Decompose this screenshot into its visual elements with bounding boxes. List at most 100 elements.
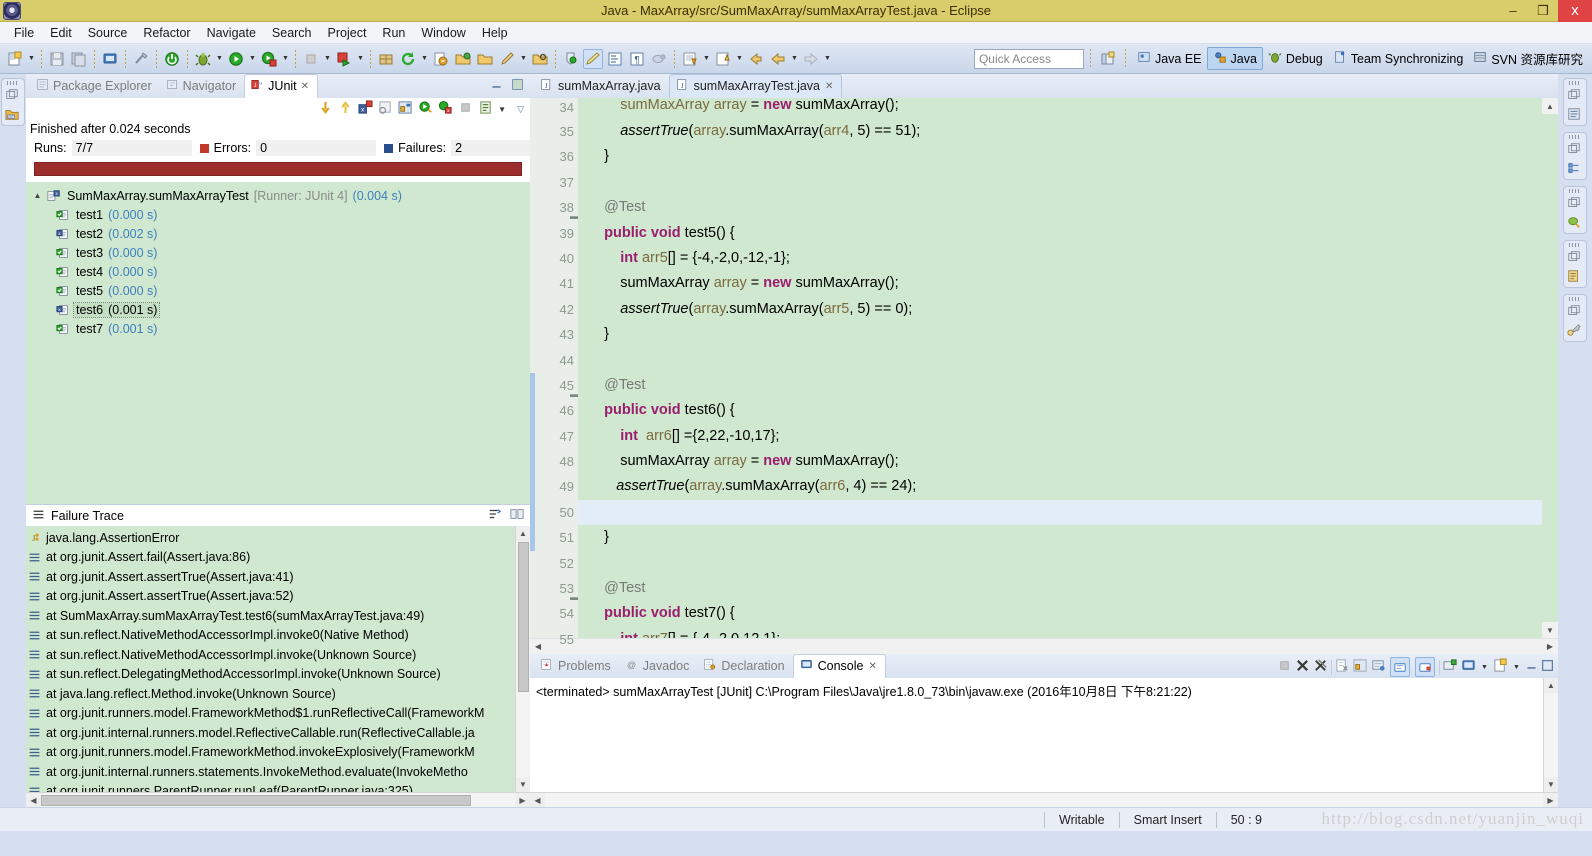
code-line[interactable]	[578, 170, 1542, 195]
drag-handle-icon[interactable]	[1569, 81, 1581, 85]
code-line[interactable]: assertTrue(array.sumMaxArray(arr6, 4) ==…	[578, 474, 1542, 499]
failure-trace-horizontal-scrollbar[interactable]: ◀ ▶	[26, 792, 530, 808]
drag-handle-icon[interactable]	[1569, 189, 1581, 193]
test-tree-root[interactable]: ▲ x SumMaxArray.sumMaxArrayTest [Runner:…	[30, 186, 530, 205]
menu-project[interactable]: Project	[320, 24, 375, 42]
new-package-icon[interactable]	[376, 49, 396, 69]
test-row[interactable]: test7 (0.001 s)	[30, 319, 530, 338]
menu-file[interactable]: File	[6, 24, 42, 42]
console-menu-icon[interactable]	[1493, 658, 1508, 676]
display-selected-console-icon[interactable]	[1415, 657, 1435, 677]
drag-handle-icon[interactable]	[1569, 297, 1581, 301]
menu-navigate[interactable]: Navigate	[199, 24, 264, 42]
failure-trace-list[interactable]: J java.lang.AssertionError at org.junit.…	[26, 526, 515, 792]
previous-failure-icon[interactable]	[338, 100, 353, 118]
menu-run[interactable]: Run	[374, 24, 413, 42]
code-line-current[interactable]	[578, 499, 1542, 526]
tab-problems[interactable]: Problems	[534, 655, 619, 678]
previous-annotation-dropdown-icon[interactable]	[734, 49, 745, 69]
expand-arrow-icon[interactable]: ▲	[32, 191, 43, 200]
show-failures-only-icon[interactable]: x	[358, 100, 373, 118]
restore-view-icon[interactable]	[1567, 250, 1583, 266]
code-line[interactable]: sumMaxArray array = new sumMaxArray();	[578, 271, 1542, 296]
menu-source[interactable]: Source	[80, 24, 136, 42]
perspective-java[interactable]: Java	[1206, 47, 1263, 70]
git-repositories-icon[interactable]: GIT	[5, 107, 21, 123]
failure-trace-row[interactable]: at SumMaxArray.sumMaxArrayTest.test6(sum…	[28, 606, 515, 626]
failure-trace-row[interactable]: at org.junit.Assert.fail(Assert.java:86)	[28, 548, 515, 568]
failure-trace-row[interactable]: at java.lang.reflect.Method.invoke(Unkno…	[28, 684, 515, 704]
menu-window[interactable]: Window	[413, 24, 473, 42]
fastview-group-git[interactable]: GIT	[1, 78, 25, 126]
failure-trace-row[interactable]: at org.junit.runners.model.FrameworkMeth…	[28, 704, 515, 724]
test-row[interactable]: x test2 (0.002 s)	[30, 224, 530, 243]
code-line[interactable]: }	[578, 525, 1542, 550]
scroll-lock-icon[interactable]	[398, 100, 413, 118]
code-line[interactable]: @Test	[578, 195, 1542, 220]
failure-trace-row[interactable]: at org.junit.runners.model.FrameworkMeth…	[28, 743, 515, 763]
view-minimize-arrow-icon[interactable]: ▽	[517, 104, 524, 115]
editor-vertical-scrollbar[interactable]: ▲ ▼	[1542, 98, 1558, 638]
tab-console[interactable]: Console ✕	[792, 654, 886, 678]
run-last-dropdown-icon[interactable]	[355, 49, 366, 69]
test-row[interactable]: test3 (0.000 s)	[30, 243, 530, 262]
editor-tab-summaxarray[interactable]: J sumMaxArray.java	[534, 75, 669, 98]
clear-console-icon[interactable]	[1335, 658, 1350, 676]
fastview-group-properties[interactable]	[1563, 240, 1587, 288]
editor-horizontal-scrollbar[interactable]: ◀ ▶	[530, 638, 1558, 654]
console-scroll-right-icon[interactable]: ▶	[1543, 792, 1558, 808]
menu-refactor[interactable]: Refactor	[135, 24, 198, 42]
back-history-icon[interactable]	[768, 49, 788, 69]
filter-stack-trace-icon[interactable]	[488, 507, 502, 524]
back-icon[interactable]	[746, 49, 766, 69]
run-icon[interactable]	[226, 49, 246, 69]
failure-trace-row[interactable]: at org.junit.internal.runners.model.Refl…	[28, 723, 515, 743]
fastview-group-console[interactable]	[1563, 294, 1587, 342]
perspective-svn[interactable]: SVN 资源库研究	[1468, 47, 1588, 70]
code-line[interactable]: assertTrue(array.sumMaxArray(arr5, 5) ==…	[578, 297, 1542, 322]
editor-code-area[interactable]: sumMaxArray array = new sumMaxArray(); a…	[578, 98, 1542, 638]
print-icon[interactable]	[100, 49, 120, 69]
console-output[interactable]: <terminated> sumMaxArrayTest [JUnit] C:\…	[530, 678, 1543, 792]
code-line[interactable]: int arr6[] ={2,22,-10,17};	[578, 424, 1542, 449]
task-list-icon[interactable]	[1567, 107, 1583, 123]
tab-declaration[interactable]: Declaration	[697, 655, 792, 678]
failure-trace-vertical-scrollbar[interactable]: ▲ ▼	[515, 526, 530, 792]
stop-junit-icon[interactable]	[378, 100, 393, 118]
test-row[interactable]: test5 (0.000 s)	[30, 281, 530, 300]
open-type-icon[interactable]	[162, 49, 182, 69]
failure-trace-row[interactable]: at org.junit.internal.runners.statements…	[28, 762, 515, 782]
run-coverage-icon[interactable]	[259, 49, 279, 69]
next-failure-icon[interactable]	[318, 100, 333, 118]
maximize-view-icon[interactable]	[511, 78, 524, 91]
coverage-dropdown-icon[interactable]	[280, 49, 291, 69]
open-folder-icon[interactable]	[453, 49, 473, 69]
quick-access-input[interactable]: Quick Access	[973, 48, 1084, 69]
junit-test-tree[interactable]: ▲ x SumMaxArray.sumMaxArrayTest [Runner:…	[26, 182, 530, 504]
code-line[interactable]	[578, 551, 1542, 576]
failure-trace-row[interactable]: at org.junit.Assert.assertTrue(Assert.ja…	[28, 587, 515, 607]
failure-trace-row[interactable]: at sun.reflect.NativeMethodAccessorImpl.…	[28, 626, 515, 646]
failure-trace-row[interactable]: at sun.reflect.NativeMethodAccessorImpl.…	[28, 645, 515, 665]
console-scroll-left-icon[interactable]: ◀	[530, 792, 545, 808]
drag-handle-icon[interactable]	[1569, 135, 1581, 139]
fastview-group-hierarchy[interactable]	[1563, 132, 1587, 180]
remove-all-terminated-icon[interactable]	[1313, 658, 1328, 676]
previous-annotation-icon[interactable]	[713, 49, 733, 69]
restore-view-icon[interactable]	[1567, 304, 1583, 320]
new-icon[interactable]	[5, 49, 25, 69]
editor-overview-ruler[interactable]	[1542, 114, 1558, 622]
minimize-view-icon[interactable]	[490, 78, 503, 91]
restore-view-icon[interactable]	[1567, 196, 1583, 212]
scroll-thumb[interactable]	[517, 542, 529, 692]
outline-icon[interactable]	[1567, 161, 1583, 177]
refresh-icon[interactable]	[398, 49, 418, 69]
editor-tab-summaxarraytest[interactable]: J sumMaxArrayTest.java ✕	[668, 74, 843, 98]
scroll-up-icon[interactable]: ▲	[515, 526, 530, 541]
next-annotation-icon[interactable]	[680, 49, 700, 69]
tab-javadoc[interactable]: @ Javadoc	[619, 655, 698, 678]
properties-icon[interactable]	[1567, 269, 1583, 285]
tab-junit[interactable]: Ju JUnit ✕	[244, 74, 319, 98]
drag-handle-icon[interactable]	[7, 81, 19, 85]
test-row[interactable]: test4 (0.000 s)	[30, 262, 530, 281]
